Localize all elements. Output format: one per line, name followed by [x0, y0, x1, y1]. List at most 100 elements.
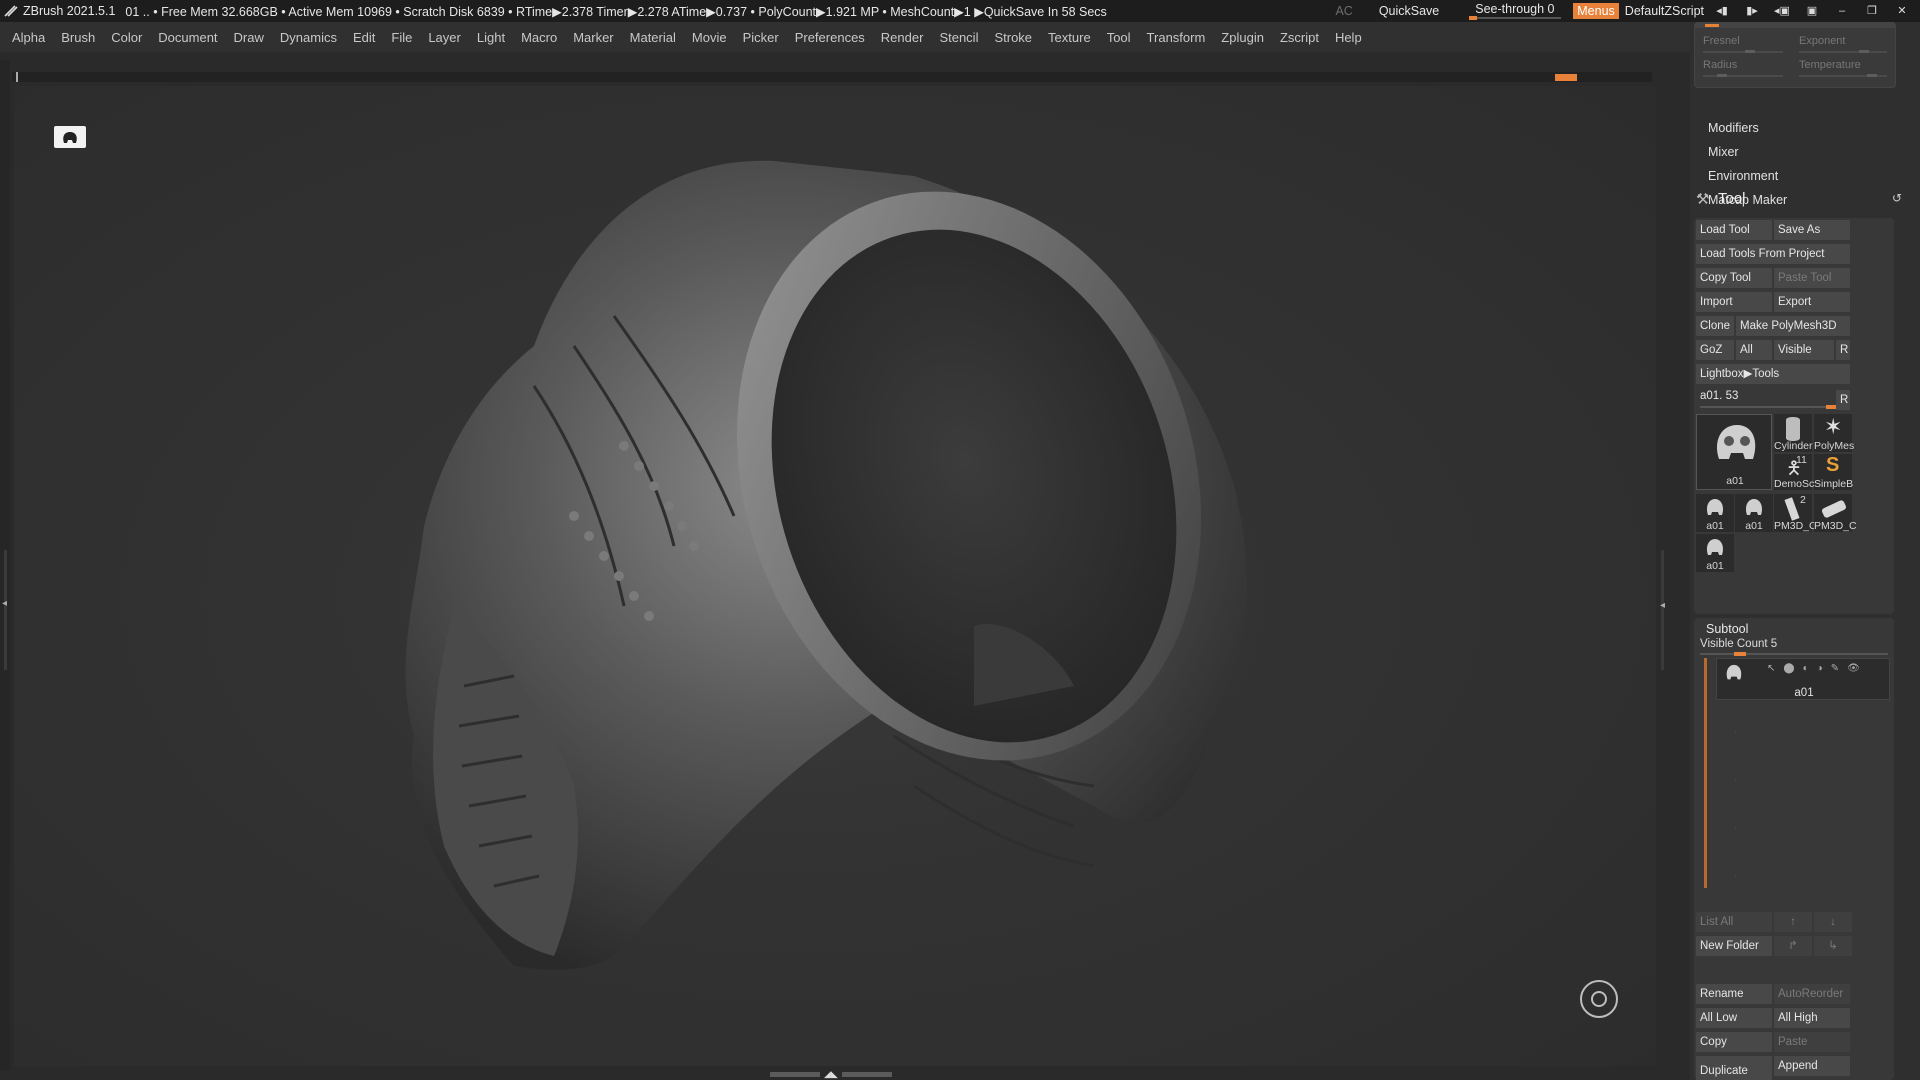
- tool-thumb-a01-main[interactable]: a01: [1696, 414, 1772, 490]
- menu-stencil[interactable]: Stencil: [939, 30, 978, 45]
- list-all-button[interactable]: List All: [1696, 912, 1772, 932]
- paste-tool-button[interactable]: Paste Tool: [1774, 268, 1850, 288]
- new-folder-button[interactable]: New Folder: [1696, 936, 1772, 956]
- menu-draw[interactable]: Draw: [234, 30, 264, 45]
- default-zscript-button[interactable]: DefaultZScript: [1625, 4, 1704, 18]
- close-icon[interactable]: ✕: [1894, 5, 1910, 17]
- ac-toggle[interactable]: AC: [1335, 4, 1352, 18]
- export-button[interactable]: Export: [1774, 292, 1850, 312]
- tool-palette-header[interactable]: ⚒ Tool ↺: [1690, 188, 1920, 212]
- subpalette-environment[interactable]: Environment: [1708, 164, 1787, 188]
- subtool-item[interactable]: ↖ ⬤ ◐ ◑ ✎ 👁 a01: [1716, 658, 1890, 700]
- import-button[interactable]: Import: [1696, 292, 1772, 312]
- tool-thumb-pm3d-2[interactable]: PM3D_C: [1814, 494, 1857, 532]
- menu-render[interactable]: Render: [881, 30, 924, 45]
- load-tools-from-project-button[interactable]: Load Tools From Project: [1696, 244, 1850, 264]
- brush-icon[interactable]: ✎: [1831, 663, 1839, 674]
- lightbox-tools-button[interactable]: Lightbox▶Tools: [1696, 364, 1850, 384]
- menu-picker[interactable]: Picker: [743, 30, 779, 45]
- tool-thumb-polymesh[interactable]: ✶ PolyMes: [1814, 414, 1854, 452]
- reset-icon[interactable]: ↺: [1892, 191, 1902, 205]
- load-tool-button[interactable]: Load Tool: [1696, 220, 1772, 240]
- timeline-marker[interactable]: [1555, 74, 1577, 81]
- menu-dynamics[interactable]: Dynamics: [280, 30, 337, 45]
- brush-arrow-icon[interactable]: ↖: [1767, 663, 1775, 674]
- menu-help[interactable]: Help: [1335, 30, 1362, 45]
- menu-texture[interactable]: Texture: [1048, 30, 1091, 45]
- maximize-icon[interactable]: ❐: [1864, 5, 1880, 17]
- duplicate-button[interactable]: Duplicate: [1696, 1056, 1772, 1080]
- subtool-list-scrollbar[interactable]: [1704, 658, 1707, 888]
- tool-thumb-a01-small-1[interactable]: a01: [1696, 494, 1734, 532]
- menu-movie[interactable]: Movie: [692, 30, 727, 45]
- menu-document[interactable]: Document: [158, 30, 217, 45]
- tool-thumb-a01-small-2[interactable]: a01: [1735, 494, 1773, 532]
- menu-tool[interactable]: Tool: [1107, 30, 1131, 45]
- all-low-button[interactable]: All Low: [1696, 1008, 1772, 1028]
- save-as-button[interactable]: Save As: [1774, 220, 1850, 240]
- goz-visible-button[interactable]: Visible: [1774, 340, 1834, 360]
- fresnel-slider[interactable]: [1703, 51, 1783, 53]
- quicksave-button[interactable]: QuickSave: [1379, 4, 1439, 18]
- see-through-slider[interactable]: See-through 0: [1469, 2, 1563, 20]
- menu-macro[interactable]: Macro: [521, 30, 557, 45]
- orbit-gizmo-icon[interactable]: [1580, 980, 1618, 1018]
- menu-marker[interactable]: Marker: [573, 30, 613, 45]
- rename-button[interactable]: Rename: [1696, 984, 1772, 1004]
- eye-icon[interactable]: 👁: [1847, 663, 1860, 674]
- menus-button[interactable]: Menus: [1573, 3, 1619, 19]
- subtool-title[interactable]: Subtool: [1706, 622, 1748, 636]
- exponent-slider[interactable]: [1799, 51, 1887, 53]
- copy-tool-button[interactable]: Copy Tool: [1696, 268, 1772, 288]
- menu-transform[interactable]: Transform: [1147, 30, 1206, 45]
- minimize-icon[interactable]: –: [1834, 5, 1850, 17]
- layout-right-icon[interactable]: ▮▸: [1744, 5, 1760, 17]
- menu-material[interactable]: Material: [630, 30, 676, 45]
- left-tray-arrow-icon[interactable]: ◂: [2, 598, 7, 609]
- mode-toggle-icon[interactable]: ◐: [1803, 663, 1809, 674]
- menu-zscript[interactable]: Zscript: [1280, 30, 1319, 45]
- menu-alpha[interactable]: Alpha: [12, 30, 45, 45]
- tool-thumb-simplebrush[interactable]: S SimpleB: [1814, 454, 1853, 490]
- copy-subtool-button[interactable]: Copy: [1696, 1032, 1772, 1052]
- folder-out-icon[interactable]: ↳: [1814, 936, 1852, 956]
- subpalette-modifiers[interactable]: Modifiers: [1708, 116, 1787, 140]
- tool-thumb-cylinder[interactable]: Cylinder: [1774, 414, 1813, 452]
- all-high-button[interactable]: All High: [1774, 1008, 1850, 1028]
- menu-light[interactable]: Light: [477, 30, 505, 45]
- current-tool-slider[interactable]: [1700, 406, 1836, 408]
- tool-thumb-demosoldier[interactable]: 🯅 11 DemoSc: [1774, 454, 1814, 490]
- goz-all-button[interactable]: All: [1736, 340, 1772, 360]
- clone-button[interactable]: Clone: [1696, 316, 1734, 336]
- polypaint-toggle-icon[interactable]: ⬤: [1783, 663, 1794, 674]
- menu-color[interactable]: Color: [111, 30, 142, 45]
- paste-subtool-button[interactable]: Paste: [1774, 1032, 1850, 1052]
- folder-in-icon[interactable]: ↱: [1774, 936, 1812, 956]
- visible-count-slider[interactable]: [1700, 652, 1888, 656]
- layout-swap-icon[interactable]: ◂▣: [1774, 5, 1790, 17]
- menu-file[interactable]: File: [391, 30, 412, 45]
- see-through-knob[interactable]: [1469, 16, 1478, 20]
- tool-thumb-pm3d-1[interactable]: 2 PM3D_C: [1774, 494, 1817, 532]
- menu-edit[interactable]: Edit: [353, 30, 375, 45]
- solo-toggle-icon[interactable]: ◑: [1817, 663, 1823, 674]
- left-tray-grip[interactable]: [4, 550, 7, 670]
- menu-zplugin[interactable]: Zplugin: [1221, 30, 1264, 45]
- tool-thumb-a01-small-3[interactable]: a01: [1696, 534, 1734, 572]
- autoreorder-button[interactable]: AutoReorder: [1774, 984, 1850, 1004]
- menu-preferences[interactable]: Preferences: [795, 30, 865, 45]
- bottom-tray-handle[interactable]: ◢◣: [770, 1069, 900, 1079]
- current-tool-r-button[interactable]: R: [1836, 390, 1850, 410]
- goz-r-button[interactable]: R: [1836, 340, 1850, 360]
- document-viewport[interactable]: [14, 86, 1656, 1066]
- timeline-strip[interactable]: [12, 72, 1652, 82]
- menu-layer[interactable]: Layer: [428, 30, 461, 45]
- radius-slider[interactable]: [1703, 75, 1783, 77]
- move-up-icon[interactable]: ↑: [1774, 912, 1812, 932]
- layout-left-icon[interactable]: ◂▮: [1714, 5, 1730, 17]
- append-button[interactable]: Append: [1774, 1056, 1850, 1076]
- move-down-icon[interactable]: ↓: [1814, 912, 1852, 932]
- right-tray-arrow-icon[interactable]: ◂: [1660, 600, 1665, 611]
- subpalette-mixer[interactable]: Mixer: [1708, 140, 1787, 164]
- make-polymesh3d-button[interactable]: Make PolyMesh3D: [1736, 316, 1850, 336]
